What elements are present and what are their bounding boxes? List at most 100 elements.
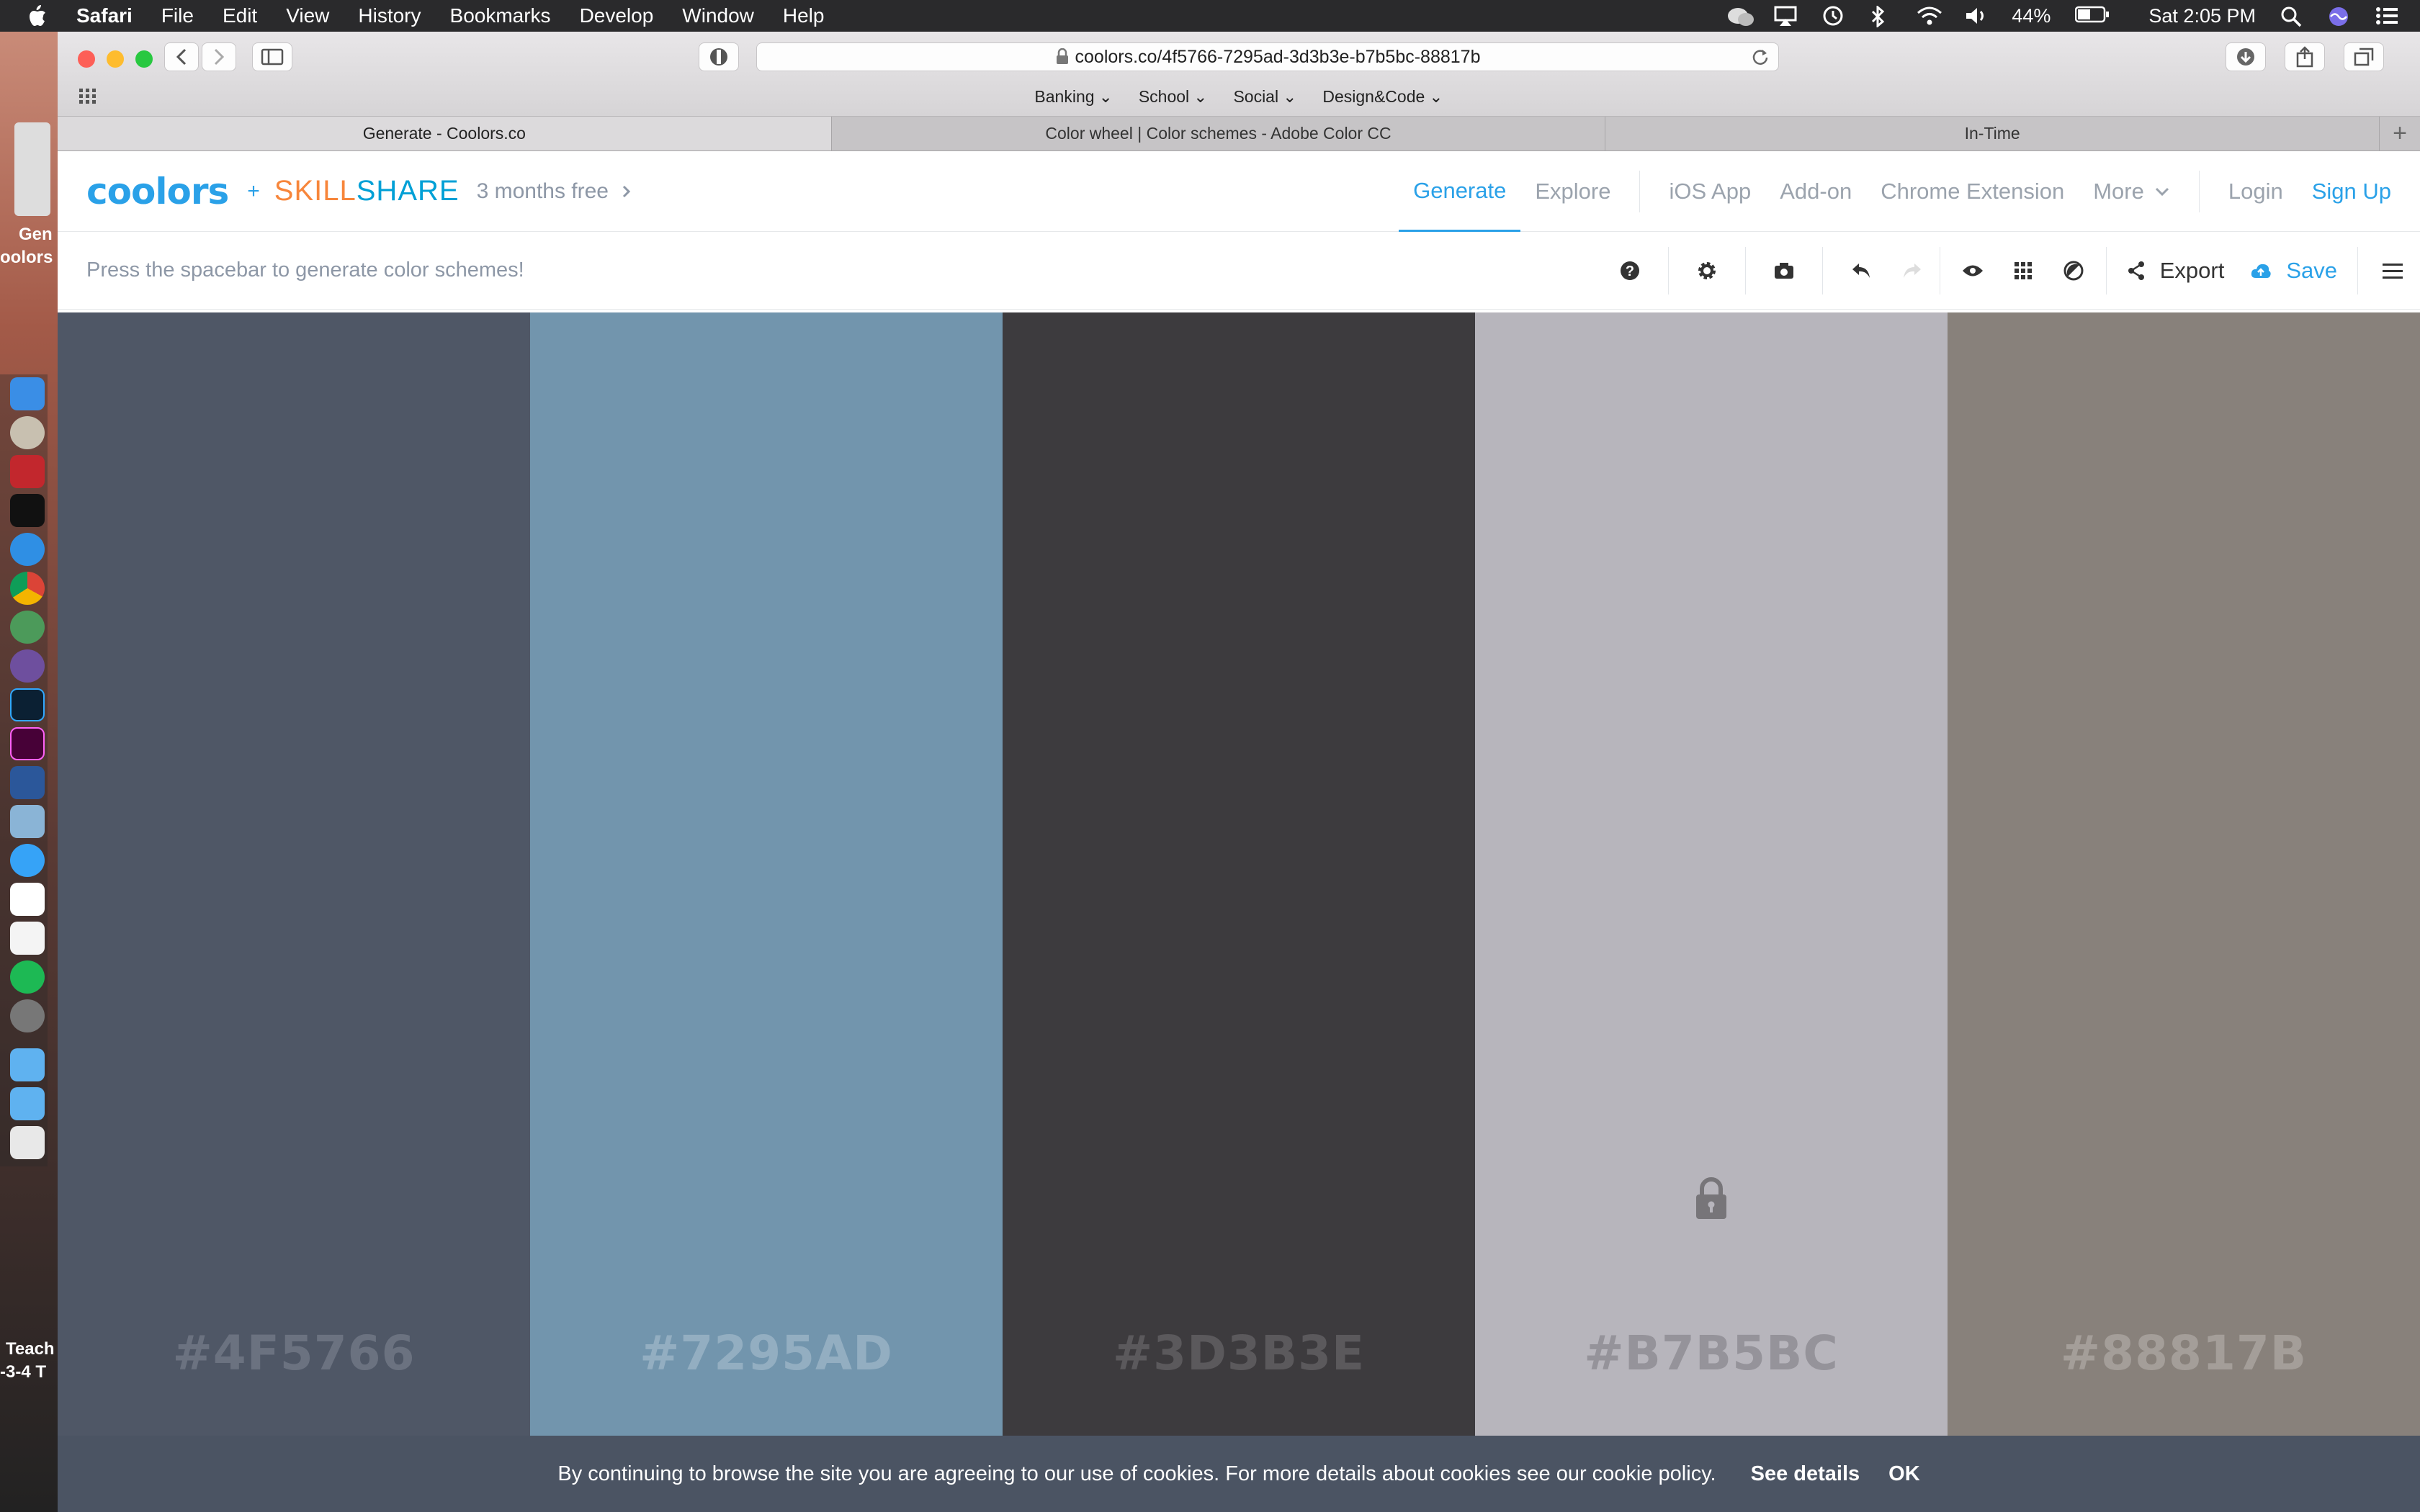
signup-link[interactable]: Sign Up (2298, 151, 2406, 232)
back-button[interactable] (164, 42, 199, 71)
github-icon[interactable] (10, 649, 45, 683)
favorites-folder-social[interactable]: Social ⌄ (1233, 87, 1296, 107)
hex-code[interactable]: #7295AD (530, 1326, 1003, 1381)
hex-code[interactable]: #3D3B3E (1003, 1326, 1475, 1381)
favorites-folder-design-code[interactable]: Design&Code ⌄ (1322, 87, 1443, 107)
color-swatch-1[interactable]: #4F5766 (58, 312, 530, 1512)
forward-button[interactable] (202, 42, 236, 71)
share-button[interactable] (2285, 42, 2325, 71)
share-icon (2128, 261, 2144, 280)
apple-icon[interactable] (26, 0, 55, 32)
desktop-file-icon[interactable] (14, 122, 50, 216)
camera-button[interactable] (1753, 232, 1815, 310)
nav-more[interactable]: More (2079, 151, 2184, 232)
trash-icon[interactable] (10, 1126, 45, 1159)
favorites-folder-school[interactable]: School ⌄ (1139, 87, 1208, 107)
zoom-window-button[interactable] (135, 50, 153, 68)
spotlight-search-icon[interactable] (2280, 6, 2303, 27)
spotify-icon[interactable] (10, 960, 45, 994)
color-swatch-2[interactable]: #7295AD (530, 312, 1003, 1512)
promo-link[interactable]: 3 months free (477, 179, 632, 204)
word-icon[interactable] (10, 766, 45, 799)
calendar-icon[interactable] (10, 883, 45, 916)
applications-folder-icon[interactable] (10, 1048, 45, 1081)
downloads-folder-icon[interactable] (10, 1087, 45, 1120)
show-tabs-button[interactable] (2344, 42, 2384, 71)
chrome-icon[interactable] (10, 572, 45, 605)
filezilla-icon[interactable] (10, 455, 45, 488)
grid-apps-icon[interactable] (78, 87, 99, 106)
undo-button[interactable] (1830, 232, 1892, 310)
see-details-button[interactable]: See details (1751, 1462, 1860, 1486)
reload-icon[interactable] (1751, 48, 1770, 66)
nav-ios-app[interactable]: iOS App (1654, 151, 1765, 232)
color-swatch-4[interactable]: #B7B5BC (1475, 312, 1948, 1512)
url-host: coolors.co (1075, 46, 1157, 67)
wifi-icon[interactable] (1917, 6, 1942, 26)
safari-settings-icon[interactable] (10, 416, 45, 449)
menu-window[interactable]: Window (682, 4, 754, 27)
new-tab-button[interactable]: + (2380, 117, 2420, 150)
main-menu-button[interactable] (2365, 232, 2420, 310)
ok-button[interactable]: OK (1888, 1462, 1920, 1486)
save-button[interactable]: Save (2237, 258, 2350, 284)
favorites-folder-banking[interactable]: Banking ⌄ (1034, 87, 1112, 107)
adjust-button[interactable] (2048, 232, 2099, 310)
menu-develop[interactable]: Develop (580, 4, 654, 27)
preview-icon[interactable] (10, 805, 45, 838)
nav-generate[interactable]: Generate (1399, 151, 1521, 232)
palette-grid-button[interactable] (1998, 232, 2048, 310)
finder-icon[interactable] (10, 377, 45, 410)
terminal-icon[interactable] (10, 494, 45, 527)
atom-icon[interactable] (10, 611, 45, 644)
nav-chrome-extension[interactable]: Chrome Extension (1866, 151, 2079, 232)
menubar-clock[interactable]: Sat 2:05 PM (2148, 5, 2256, 27)
coolors-logo[interactable]: coolors (86, 171, 229, 212)
bluetooth-icon[interactable] (1869, 4, 1892, 29)
system-preferences-icon[interactable] (10, 999, 45, 1032)
menu-edit[interactable]: Edit (223, 4, 257, 27)
airplay-icon[interactable] (1774, 6, 1797, 26)
help-button[interactable]: ? (1599, 232, 1661, 310)
photoshop-icon[interactable] (10, 688, 45, 721)
time-machine-icon[interactable] (1821, 6, 1845, 26)
redo-button[interactable] (1892, 232, 1932, 310)
view-button[interactable] (1948, 232, 1998, 310)
close-window-button[interactable] (78, 50, 95, 68)
notes-icon[interactable] (10, 922, 45, 955)
safari-icon[interactable] (10, 533, 45, 566)
minimize-window-button[interactable] (107, 50, 124, 68)
nav-addon[interactable]: Add-on (1765, 151, 1866, 232)
menu-file[interactable]: File (161, 4, 194, 27)
menu-help[interactable]: Help (783, 4, 825, 27)
hex-code[interactable]: #88817B (1948, 1326, 2420, 1381)
tab-adobe-color[interactable]: Color wheel | Color schemes - Adobe Colo… (832, 117, 1606, 150)
menu-history[interactable]: History (358, 4, 421, 27)
battery-icon[interactable] (2075, 6, 2110, 26)
color-swatch-5[interactable]: #88817B (1948, 312, 2420, 1512)
siri-icon[interactable] (2328, 6, 2351, 26)
tab-in-time[interactable]: In-Time (1605, 117, 2380, 150)
messages-icon[interactable] (10, 844, 45, 877)
color-swatch-3[interactable]: #3D3B3E (1003, 312, 1475, 1512)
menu-bookmarks[interactable]: Bookmarks (450, 4, 551, 27)
export-button[interactable]: Export (2114, 258, 2238, 284)
menu-view[interactable]: View (286, 4, 329, 27)
tab-generate-coolors[interactable]: Generate - Coolors.co (58, 117, 832, 150)
address-bar[interactable]: coolors.co/4f5766-7295ad-3d3b3e-b7b5bc-8… (756, 42, 1779, 71)
lock-icon[interactable] (1694, 1177, 1729, 1224)
privacy-shield-icon[interactable] (699, 42, 739, 71)
sidebar-toggle-button[interactable] (252, 42, 292, 71)
login-link[interactable]: Login (2214, 151, 2298, 232)
volume-icon[interactable] (1964, 6, 1987, 26)
menu-app-name[interactable]: Safari (76, 4, 133, 27)
nav-explore[interactable]: Explore (1520, 151, 1625, 232)
notification-center-icon[interactable] (2375, 6, 2398, 26)
skillshare-logo[interactable]: SKILLSHARE (274, 175, 460, 207)
xd-icon[interactable] (10, 727, 45, 760)
hex-code[interactable]: #B7B5BC (1475, 1326, 1948, 1381)
hex-code[interactable]: #4F5766 (58, 1326, 530, 1381)
settings-button[interactable] (1676, 232, 1738, 310)
wechat-icon[interactable] (1726, 6, 1754, 26)
downloads-button[interactable] (2226, 42, 2266, 71)
